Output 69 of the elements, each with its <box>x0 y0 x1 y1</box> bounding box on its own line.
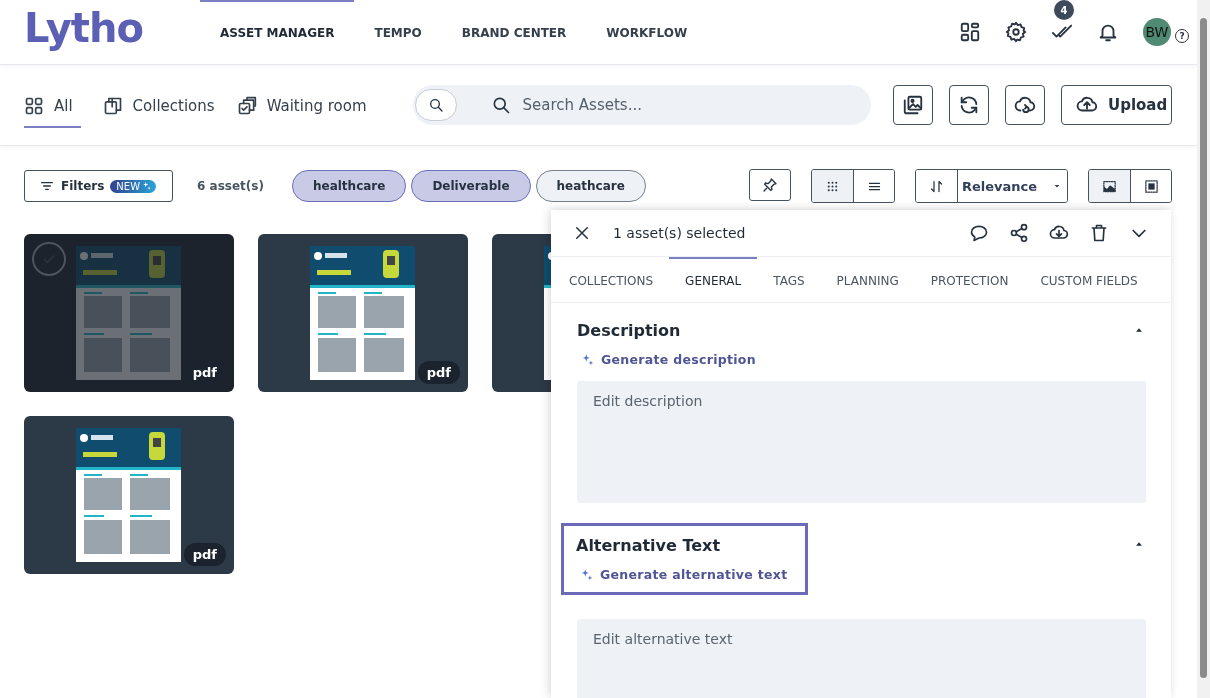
pin-icon <box>762 177 778 193</box>
settings-icon[interactable] <box>1005 21 1027 43</box>
sort-dropdown[interactable]: Relevance <box>957 170 1067 202</box>
asset-card[interactable]: pdf <box>258 234 468 392</box>
stacked-check-icon <box>236 96 257 116</box>
grid-icon <box>24 96 44 116</box>
nav-tab[interactable]: ASSET MANAGER <box>200 0 355 64</box>
nav-tab[interactable]: BRAND CENTER <box>441 0 587 64</box>
comment-icon[interactable] <box>969 223 989 243</box>
fit-thumbnail-button[interactable] <box>1130 170 1171 202</box>
generate-link[interactable]: Generate description <box>581 352 756 367</box>
close-icon <box>573 224 591 242</box>
selection-title: 1 asset(s) selected <box>613 225 746 241</box>
sparkle-icon <box>142 181 153 191</box>
asset-count: 6 asset(s) <box>197 179 264 193</box>
file-type-badge: pdf <box>417 361 460 384</box>
image-icon <box>1102 178 1117 194</box>
filters-button[interactable]: Filters NEW <box>24 170 174 202</box>
logo[interactable]: Lytho <box>24 5 200 51</box>
close-button[interactable] <box>573 224 591 242</box>
refresh-button[interactable] <box>949 85 989 125</box>
panel-tab[interactable]: CUSTOM FIELDS <box>1024 257 1154 302</box>
generate-link[interactable]: Generate alternative text <box>580 567 788 582</box>
list-view-button[interactable] <box>853 170 894 202</box>
count-badge: 4 <box>1054 0 1074 20</box>
nav-tab[interactable]: WORKFLOW <box>586 0 708 64</box>
sparkle-icon <box>580 567 594 582</box>
asset-card[interactable]: pdf <box>24 234 234 392</box>
framed-image-icon <box>1143 178 1159 194</box>
tag-chip[interactable]: healthcare <box>291 170 407 202</box>
text-area[interactable]: Edit description <box>577 381 1146 503</box>
search-field[interactable]: Search Assets... <box>520 95 805 115</box>
view-tab[interactable]: Waiting room <box>236 86 367 128</box>
view-tab[interactable]: Collections <box>102 86 215 128</box>
refresh-icon <box>958 94 980 116</box>
nav-tab[interactable]: TEMPO <box>354 0 442 64</box>
cloud-sync-icon <box>1014 94 1036 116</box>
share-icon[interactable] <box>1009 223 1029 243</box>
sort-arrows-icon <box>929 178 944 194</box>
tag-chip[interactable]: heathcare <box>535 170 646 202</box>
panel-tab[interactable]: GENERAL <box>669 257 758 302</box>
stack-icon <box>102 96 123 116</box>
apps-icon[interactable] <box>959 21 981 43</box>
sparkle-icon <box>581 352 595 367</box>
tag-chip[interactable]: Deliverable <box>411 170 531 202</box>
new-badge: NEW <box>110 179 157 193</box>
search-button[interactable] <box>414 89 457 121</box>
trash-icon[interactable] <box>1089 223 1109 243</box>
search-bar[interactable]: Search Assets... <box>412 85 871 125</box>
asset-card[interactable]: pdf <box>24 416 234 574</box>
gallery-button[interactable] <box>893 85 933 125</box>
panel-tab[interactable]: PROTECTION <box>914 257 1025 302</box>
panel-tab[interactable]: COLLECTIONS <box>553 257 670 302</box>
fill-thumbnail-button[interactable] <box>1089 170 1130 202</box>
view-tab[interactable]: All <box>24 86 81 128</box>
section-title: Description <box>577 321 682 340</box>
upload-button[interactable]: Upload <box>1061 85 1172 125</box>
file-type-badge: pdf <box>183 543 226 566</box>
pin-button[interactable] <box>749 169 791 201</box>
search-icon <box>427 97 444 113</box>
check-icon[interactable] <box>32 242 66 276</box>
scrollbar-thumb[interactable] <box>1200 18 1207 678</box>
panel-tab[interactable]: TAGS <box>757 257 821 302</box>
section-title: Alternative Text <box>576 536 722 555</box>
user-avatar[interactable]: BW <box>1143 18 1171 46</box>
text-area[interactable]: Edit alternative text <box>577 619 1146 698</box>
sync-button[interactable] <box>1005 85 1045 125</box>
panel-tab[interactable]: PLANNING <box>820 257 915 302</box>
images-icon <box>902 94 924 116</box>
